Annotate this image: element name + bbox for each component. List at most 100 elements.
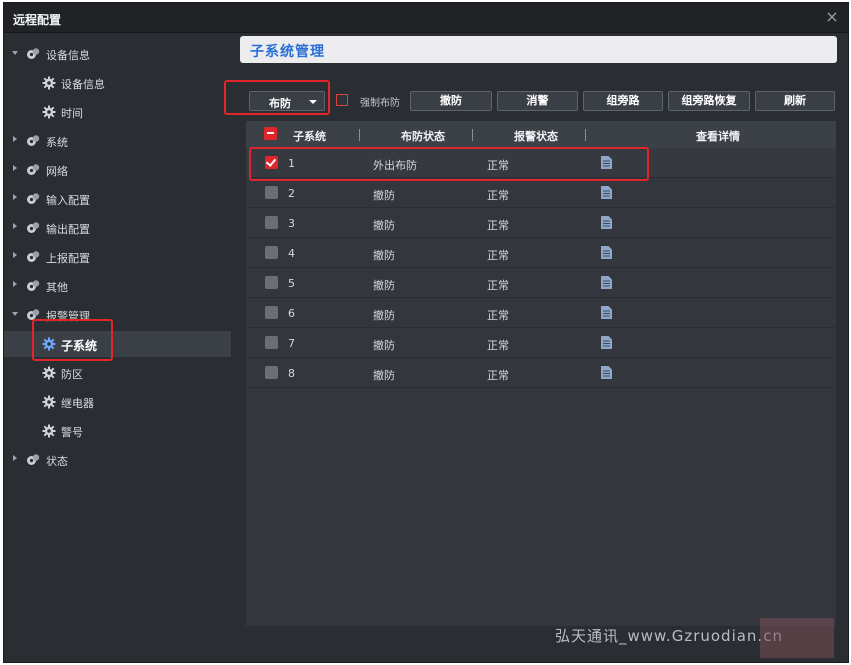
table-row[interactable]: 8 撤防 正常 (246, 358, 836, 388)
row-checkbox[interactable] (265, 366, 278, 379)
table-row[interactable]: 5 撤防 正常 (246, 268, 836, 298)
sidebar-item-13[interactable]: 警号 (4, 418, 231, 444)
table-row[interactable]: 6 撤防 正常 (246, 298, 836, 328)
sidebar-item-label: 警号 (61, 426, 83, 439)
row-checkbox[interactable] (265, 306, 278, 319)
sidebar-item-label: 设备信息 (46, 49, 90, 62)
sidebar-item-4[interactable]: 网络 (4, 157, 231, 183)
sidebar-item-1[interactable]: 设备信息 (4, 70, 231, 96)
gear-icon (42, 395, 56, 409)
arm-status: 撤防 (373, 369, 395, 382)
expand-down-icon[interactable] (12, 51, 18, 55)
sidebar-item-12[interactable]: 继电器 (4, 389, 231, 415)
table-row[interactable]: 7 撤防 正常 (246, 328, 836, 358)
expand-right-icon[interactable] (13, 252, 17, 258)
table-row[interactable]: 3 撤防 正常 (246, 208, 836, 238)
sidebar-tree: 设备信息 设备信息 时间 系统 网络 输入配置 输出配置 上报配置 其他 报警管理 子系统 防区 继电器… (4, 34, 231, 662)
document-icon[interactable] (601, 306, 612, 319)
folder-node-icon (26, 47, 40, 61)
folder-node-icon (26, 221, 40, 235)
sidebar-item-6[interactable]: 输出配置 (4, 215, 231, 241)
expand-right-icon[interactable] (13, 136, 17, 142)
subsystem-table: 子系统 布防状态 报警状态 查看详情 1 外出布防 正常 2 撤防 正常 3 撤防 正常 4 撤防正… (246, 121, 836, 626)
arm-mode-select[interactable]: 布防 (249, 91, 325, 111)
document-icon[interactable] (601, 246, 612, 259)
alarm-status: 正常 (487, 189, 509, 202)
expand-right-icon[interactable] (13, 194, 17, 200)
column-divider (585, 129, 586, 141)
blurred-corner (760, 618, 834, 658)
row-checkbox[interactable] (265, 276, 278, 289)
sidebar-item-5[interactable]: 输入配置 (4, 186, 231, 212)
sidebar-item-8[interactable]: 其他 (4, 273, 231, 299)
row-checkbox[interactable] (265, 336, 278, 349)
gear-icon (42, 105, 56, 119)
sidebar-item-11[interactable]: 防区 (4, 360, 231, 386)
sidebar-item-7[interactable]: 上报配置 (4, 244, 231, 270)
sidebar-item-label: 设备信息 (61, 78, 105, 91)
sidebar-item-label: 防区 (61, 368, 83, 381)
sidebar-item-9[interactable]: 报警管理 (4, 302, 231, 328)
sidebar-item-0[interactable]: 设备信息 (4, 41, 231, 67)
select-all-checkbox[interactable] (264, 127, 277, 140)
page-title: 子系统管理 (250, 44, 325, 60)
sidebar-item-label: 输入配置 (46, 194, 90, 207)
folder-node-icon (26, 192, 40, 206)
subsystem-id: 6 (288, 307, 295, 320)
clear-alarm-button[interactable]: 消警 (497, 91, 578, 111)
col-view-details: 查看详情 (696, 130, 740, 143)
group-bypass-button[interactable]: 组旁路 (583, 91, 663, 111)
row-checkbox[interactable] (265, 216, 278, 229)
sidebar-item-14[interactable]: 状态 (4, 447, 231, 473)
gear-icon (42, 76, 56, 90)
row-checkbox[interactable] (265, 156, 278, 169)
subsystem-id: 1 (288, 157, 295, 170)
column-divider (359, 129, 360, 141)
arm-status: 撤防 (373, 279, 395, 292)
expand-right-icon[interactable] (13, 455, 17, 461)
arm-status: 撤防 (373, 189, 395, 202)
sidebar-item-10[interactable]: 子系统 (4, 331, 231, 357)
document-icon[interactable] (601, 336, 612, 349)
arm-mode-value: 布防 (269, 97, 291, 110)
document-icon[interactable] (601, 276, 612, 289)
expand-right-icon[interactable] (13, 281, 17, 287)
force-arm-checkbox[interactable] (336, 94, 348, 106)
disarm-button[interactable]: 撤防 (410, 91, 492, 111)
table-row[interactable]: 2 撤防 正常 (246, 178, 836, 208)
sidebar-item-2[interactable]: 时间 (4, 99, 231, 125)
arm-status: 外出布防 (373, 159, 417, 172)
table-row[interactable]: 4 撤防 正常 (246, 238, 836, 268)
row-checkbox[interactable] (265, 186, 278, 199)
col-alarm-status: 报警状态 (514, 130, 558, 143)
expand-down-icon[interactable] (12, 312, 18, 316)
arm-status: 撤防 (373, 309, 395, 322)
folder-node-icon (26, 453, 40, 467)
sidebar-item-3[interactable]: 系统 (4, 128, 231, 154)
sidebar-item-label: 继电器 (61, 397, 94, 410)
expand-right-icon[interactable] (13, 165, 17, 171)
window-title: 远程配置 (13, 13, 62, 27)
col-arm-status: 布防状态 (401, 130, 445, 143)
document-icon[interactable] (601, 156, 612, 169)
subsystem-id: 2 (288, 187, 295, 200)
sidebar-item-label: 网络 (46, 165, 68, 178)
folder-node-icon (26, 163, 40, 177)
document-icon[interactable] (601, 366, 612, 379)
group-bypass-restore-button[interactable]: 组旁路恢复 (668, 91, 750, 111)
document-icon[interactable] (601, 216, 612, 229)
alarm-status: 正常 (487, 219, 509, 232)
table-row[interactable]: 1 外出布防 正常 (246, 148, 836, 178)
document-icon[interactable] (601, 186, 612, 199)
column-divider (472, 129, 473, 141)
panel-header: 子系统管理 (240, 36, 837, 63)
expand-right-icon[interactable] (13, 223, 17, 229)
alarm-status: 正常 (487, 339, 509, 352)
arm-status: 撤防 (373, 249, 395, 262)
refresh-button[interactable]: 刷新 (755, 91, 835, 111)
subsystem-id: 4 (288, 247, 295, 260)
arm-status: 撤防 (373, 219, 395, 232)
row-checkbox[interactable] (265, 246, 278, 259)
sidebar-item-label: 状态 (46, 455, 68, 468)
close-icon[interactable]: × (823, 8, 841, 26)
